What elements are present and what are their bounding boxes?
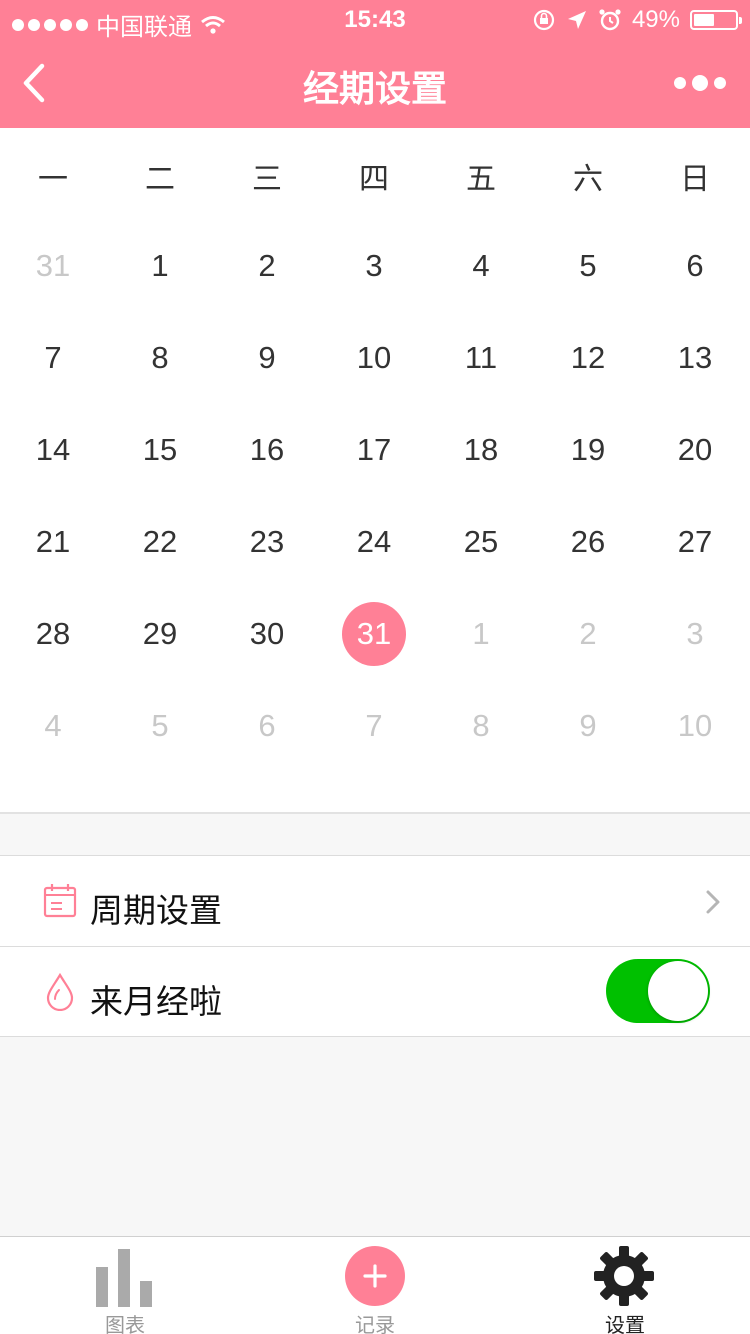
calendar-day[interactable]: 16	[214, 404, 321, 496]
calendar-icon	[43, 884, 77, 918]
calendar-week-row: 31 1 2 3 4 5 6	[0, 220, 750, 312]
status-right: 49%	[532, 6, 742, 34]
selected-day-marker: 31	[342, 602, 406, 666]
calendar-week-row: 14 15 16 17 18 19 20	[0, 404, 750, 496]
plus-icon	[345, 1246, 405, 1306]
calendar-day[interactable]: 17	[321, 404, 428, 496]
cycle-settings-row[interactable]: 周期设置	[0, 856, 750, 946]
weekday-header: 一二三四五六日	[0, 130, 750, 222]
calendar-day[interactable]: 3	[321, 220, 428, 312]
tab-chart[interactable]: 图表	[0, 1237, 250, 1334]
tab-record-label: 记录	[355, 1315, 395, 1334]
calendar-day[interactable]: 11	[428, 312, 535, 404]
settings-list: 周期设置 来月经啦	[0, 855, 750, 1037]
calendar-day[interactable]: 2	[214, 220, 321, 312]
period-started-label: 来月经啦	[90, 983, 222, 1020]
chevron-right-icon	[706, 890, 720, 914]
toggle-knob	[648, 961, 708, 1021]
page-title: 经期设置	[302, 68, 447, 109]
calendar-day-other-month[interactable]: 5	[107, 680, 214, 772]
battery-icon	[690, 10, 742, 30]
weekday-label: 三	[252, 163, 282, 196]
period-started-row: 来月经啦	[0, 946, 750, 1036]
calendar-day[interactable]: 25	[428, 496, 535, 588]
calendar-day-other-month[interactable]: 31	[0, 220, 107, 312]
weekday-label: 六	[573, 163, 603, 196]
weekday-label: 日	[680, 163, 710, 196]
alarm-icon	[599, 9, 621, 31]
calendar-day-other-month[interactable]: 9	[535, 680, 642, 772]
weekday-label: 一	[38, 163, 68, 196]
calendar-day-other-month[interactable]: 6	[214, 680, 321, 772]
rotation-lock-icon	[533, 9, 555, 31]
calendar-day[interactable]: 12	[535, 312, 642, 404]
calendar-day[interactable]: 26	[535, 496, 642, 588]
location-arrow-icon	[567, 11, 586, 29]
calendar-day-other-month[interactable]: 1	[428, 588, 535, 680]
calendar-day[interactable]: 8	[107, 312, 214, 404]
calendar-day-other-month[interactable]: 3	[642, 588, 749, 680]
bar-chart-icon	[96, 1249, 152, 1307]
calendar-day[interactable]: 1	[107, 220, 214, 312]
calendar-week-row: 28 29 30 31 1 2 3	[0, 588, 750, 680]
tab-chart-label: 图表	[105, 1315, 145, 1334]
calendar-day-other-month[interactable]: 4	[0, 680, 107, 772]
weekday-label: 二	[145, 163, 175, 196]
calendar-day[interactable]: 22	[107, 496, 214, 588]
calendar-day[interactable]: 4	[428, 220, 535, 312]
calendar-day[interactable]: 10	[321, 312, 428, 404]
calendar-week-row: 7 8 9 10 11 12 13	[0, 312, 750, 404]
tab-record[interactable]: 记录	[250, 1237, 500, 1334]
cycle-settings-label: 周期设置	[90, 892, 222, 929]
calendar-day[interactable]: 30	[214, 588, 321, 680]
calendar-day-selected[interactable]: 31	[321, 588, 428, 680]
calendar-day-other-month[interactable]: 2	[535, 588, 642, 680]
calendar-day[interactable]: 19	[535, 404, 642, 496]
drop-icon	[46, 973, 74, 1011]
tab-bar: 图表 记录 设置	[0, 1236, 750, 1334]
calendar-day-other-month[interactable]: 7	[321, 680, 428, 772]
calendar-day[interactable]: 9	[214, 312, 321, 404]
header: 中国联通 15:43 49% 经期设置	[0, 0, 750, 128]
nav-bar: 经期设置	[0, 40, 750, 128]
tab-settings[interactable]: 设置	[500, 1237, 750, 1334]
calendar-day[interactable]: 23	[214, 496, 321, 588]
calendar-day[interactable]: 6	[642, 220, 749, 312]
calendar-day[interactable]: 5	[535, 220, 642, 312]
calendar-day[interactable]: 15	[107, 404, 214, 496]
status-bar: 中国联通 15:43 49%	[0, 0, 750, 41]
tab-settings-label: 设置	[605, 1315, 645, 1334]
more-button[interactable]	[674, 68, 728, 98]
period-started-toggle[interactable]	[606, 959, 710, 1023]
calendar-day-other-month[interactable]: 10	[642, 680, 749, 772]
calendar-day[interactable]: 13	[642, 312, 749, 404]
calendar-week-row: 21 22 23 24 25 26 27	[0, 496, 750, 588]
calendar-day[interactable]: 18	[428, 404, 535, 496]
calendar-day[interactable]: 14	[0, 404, 107, 496]
calendar-day[interactable]: 24	[321, 496, 428, 588]
calendar-week-row: 4 5 6 7 8 9 10	[0, 680, 750, 772]
calendar-day[interactable]: 20	[642, 404, 749, 496]
calendar-day[interactable]: 27	[642, 496, 749, 588]
calendar: 一二三四五六日 31 1 2 3 4 5 6 7 8 9 10 11 12 13 14 15 16 17 18 19 2…	[0, 128, 750, 814]
battery-percent: 49%	[631, 6, 680, 33]
calendar-day-other-month[interactable]: 8	[428, 680, 535, 772]
gear-icon	[594, 1246, 654, 1306]
weekday-label: 五	[466, 163, 496, 196]
calendar-day[interactable]: 29	[107, 588, 214, 680]
calendar-day[interactable]: 28	[0, 588, 107, 680]
weekday-label: 四	[359, 163, 389, 196]
calendar-day[interactable]: 7	[0, 312, 107, 404]
calendar-day[interactable]: 21	[0, 496, 107, 588]
